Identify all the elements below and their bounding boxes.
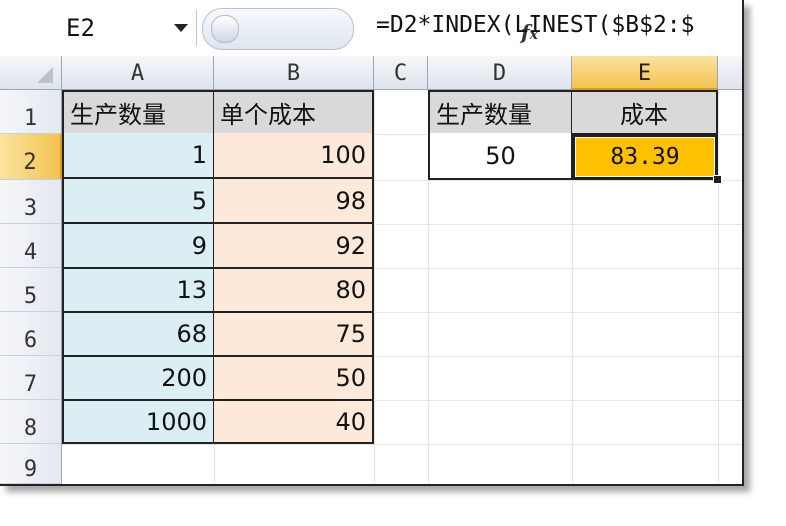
cell-b4[interactable]: 92 [213, 224, 374, 269]
quantity-value: 5 [191, 186, 207, 215]
grid-line [62, 444, 742, 445]
cell-b2[interactable]: 100 [213, 133, 374, 179]
cell-b1[interactable]: 单个成本 [213, 90, 374, 135]
unit-cost-value: 40 [335, 407, 366, 436]
column-header-c[interactable]: C [374, 56, 428, 90]
fill-handle[interactable] [713, 175, 722, 184]
select-all-button[interactable] [0, 56, 62, 90]
result-header-cost: 成本 [620, 101, 668, 129]
quantity-value: 1000 [145, 407, 207, 436]
unit-cost-value: 50 [335, 364, 366, 392]
quantity-value: 9 [191, 231, 207, 260]
grip-icon [211, 15, 239, 43]
cell-a4[interactable]: 9 [62, 224, 215, 269]
unit-cost-value: 92 [335, 231, 366, 260]
quantity-value: 200 [161, 364, 207, 392]
unit-cost-value: 75 [335, 320, 366, 348]
cell-b6[interactable]: 75 [213, 313, 374, 357]
grid-line [718, 90, 719, 484]
formula-bar: E2 fx =D2*INDEX(LINEST($B$2:$ [0, 0, 742, 57]
unit-cost-value: 80 [335, 276, 366, 304]
row-header-6[interactable]: 6 [0, 312, 62, 356]
column-header-d[interactable]: D [428, 56, 572, 90]
select-all-icon [37, 67, 53, 83]
name-box-value: E2 [66, 14, 95, 42]
cell-a8[interactable]: 1000 [62, 401, 215, 444]
spreadsheet-window: E2 fx =D2*INDEX(LINEST($B$2:$ A B C D E … [0, 0, 744, 486]
quantity-value: 1 [191, 141, 207, 169]
result-quantity-value: 50 [485, 141, 516, 170]
cell-b7[interactable]: 50 [213, 357, 374, 401]
header-quantity: 生产数量 [70, 101, 166, 129]
formula-bar-resize-handle[interactable]: fx [202, 8, 538, 50]
column-header-a[interactable]: A [62, 56, 214, 90]
cell-a7[interactable]: 200 [62, 357, 215, 401]
cell-e2-selected[interactable]: 83.39 [572, 134, 718, 180]
grid-line [374, 90, 375, 484]
row-header-9[interactable]: 9 [0, 444, 62, 484]
column-header-b[interactable]: B [214, 56, 374, 90]
column-header-e[interactable]: E [572, 56, 718, 90]
unit-cost-value: 98 [335, 186, 366, 215]
result-header-quantity: 生产数量 [436, 101, 532, 129]
result-cost-value: 83.39 [610, 144, 680, 170]
row-header-8[interactable]: 8 [0, 400, 62, 444]
cell-a3[interactable]: 5 [62, 179, 215, 224]
cell-e1[interactable]: 成本 [571, 90, 718, 135]
row-header-2[interactable]: 2 [0, 134, 62, 180]
column-headers: A B C D E [0, 56, 742, 90]
row-header-3[interactable]: 3 [0, 180, 62, 224]
cell-d2[interactable]: 50 [428, 133, 573, 180]
cell-a1[interactable]: 生产数量 [62, 90, 215, 135]
row-header-5[interactable]: 5 [0, 268, 62, 312]
cell-b5[interactable]: 80 [213, 269, 374, 313]
name-box[interactable]: E2 [6, 10, 197, 46]
column-header-f[interactable] [718, 56, 742, 90]
row-header-1[interactable]: 1 [0, 90, 62, 134]
header-unit-cost: 单个成本 [220, 101, 316, 129]
cell-a2[interactable]: 1 [62, 133, 215, 179]
quantity-value: 13 [176, 276, 207, 304]
cell-b8[interactable]: 40 [213, 401, 374, 444]
cell-b3[interactable]: 98 [213, 179, 374, 224]
formula-input[interactable]: =D2*INDEX(LINEST($B$2:$ [376, 12, 695, 38]
quantity-value: 68 [176, 320, 207, 348]
row-header-7[interactable]: 7 [0, 356, 62, 400]
cell-d1[interactable]: 生产数量 [428, 90, 573, 135]
unit-cost-value: 100 [320, 141, 366, 169]
cell-a5[interactable]: 13 [62, 269, 215, 313]
row-header-4[interactable]: 4 [0, 224, 62, 268]
cell-a6[interactable]: 68 [62, 313, 215, 357]
chevron-down-icon[interactable] [174, 24, 188, 32]
